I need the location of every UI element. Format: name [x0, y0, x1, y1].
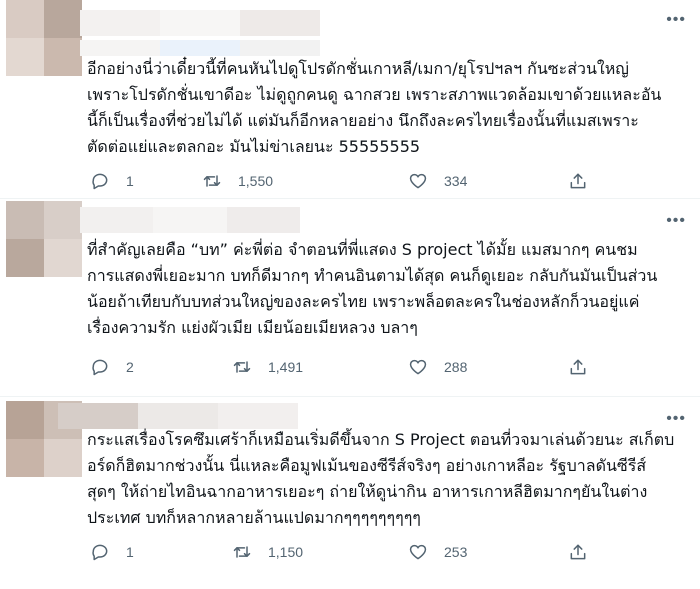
- share-upload-icon: [570, 544, 586, 560]
- share-button[interactable]: [568, 352, 588, 382]
- reply-count: 1: [126, 173, 134, 189]
- tweet-text: ที่สำคัญเลยคือ “บท” ค่ะพี่ต่อ จำตอนที่พี…: [87, 240, 658, 337]
- more-horizontal-icon[interactable]: •••: [666, 12, 686, 28]
- reply-button[interactable]: 1: [90, 537, 134, 567]
- heart-icon: [409, 544, 427, 560]
- reply-count: 1: [126, 544, 134, 560]
- share-button[interactable]: [568, 166, 588, 196]
- author-handle-blurred: [80, 40, 320, 56]
- retweet-count: 1,550: [238, 173, 274, 189]
- share-upload-icon: [570, 359, 586, 375]
- heart-icon: [409, 359, 427, 375]
- reply-bubble-icon: [92, 544, 108, 561]
- like-button[interactable]: 253: [408, 537, 467, 567]
- reply-bubble-icon: [92, 173, 108, 190]
- more-horizontal-icon[interactable]: •••: [666, 411, 686, 427]
- tweet-1[interactable]: ••• อีกอย่างนี่ว่าเดี๋ยวนี้ที่คนหันไปดูโ…: [0, 0, 700, 196]
- author-name-blurred[interactable]: [80, 10, 320, 36]
- reply-bubble-icon: [92, 359, 108, 376]
- like-button[interactable]: 334: [408, 166, 467, 196]
- avatar[interactable]: [6, 201, 82, 277]
- tweet-text: กระแสเรื่องโรคซึมเศร้าก็เหมือนเริ่มดีขึ้…: [87, 430, 675, 527]
- heart-icon: [409, 173, 427, 189]
- tweet-text: อีกอย่างนี่ว่าเดี๋ยวนี้ที่คนหันไปดูโปรดั…: [87, 59, 662, 156]
- tweet-3[interactable]: ••• กระแสเรื่องโรคซึมเศร้าก็เหมือนเริ่มด…: [0, 397, 700, 589]
- share-upload-icon: [570, 173, 586, 189]
- like-button[interactable]: 288: [408, 352, 467, 382]
- author-name-blurred[interactable]: [80, 207, 300, 233]
- tweet-actions: 1 1,150 253: [90, 537, 610, 567]
- reply-count: 2: [126, 359, 134, 375]
- like-count: 253: [444, 544, 468, 560]
- retweet-button[interactable]: 1,150: [232, 537, 303, 567]
- retweet-count: 1,491: [268, 359, 304, 375]
- share-button[interactable]: [568, 537, 588, 567]
- reply-button[interactable]: 1: [90, 166, 134, 196]
- more-horizontal-icon[interactable]: •••: [666, 213, 686, 229]
- reply-button[interactable]: 2: [90, 352, 134, 382]
- tweet-actions: 2 1,491 288: [90, 352, 610, 382]
- like-count: 288: [444, 359, 468, 375]
- retweet-button[interactable]: 1,491: [232, 352, 303, 382]
- author-name-blurred[interactable]: [58, 403, 298, 429]
- like-count: 334: [444, 173, 468, 189]
- retweet-count: 1,150: [268, 544, 304, 560]
- avatar[interactable]: [6, 0, 82, 76]
- retweet-icon: [233, 361, 251, 373]
- tweet-2[interactable]: ••• ที่สำคัญเลยคือ “บท” ค่ะพี่ต่อ จำตอนท…: [0, 199, 700, 399]
- retweet-icon: [233, 546, 251, 558]
- retweet-button[interactable]: 1,550: [202, 166, 273, 196]
- tweet-actions: 1 1,550 334: [90, 166, 610, 196]
- retweet-icon: [203, 175, 221, 187]
